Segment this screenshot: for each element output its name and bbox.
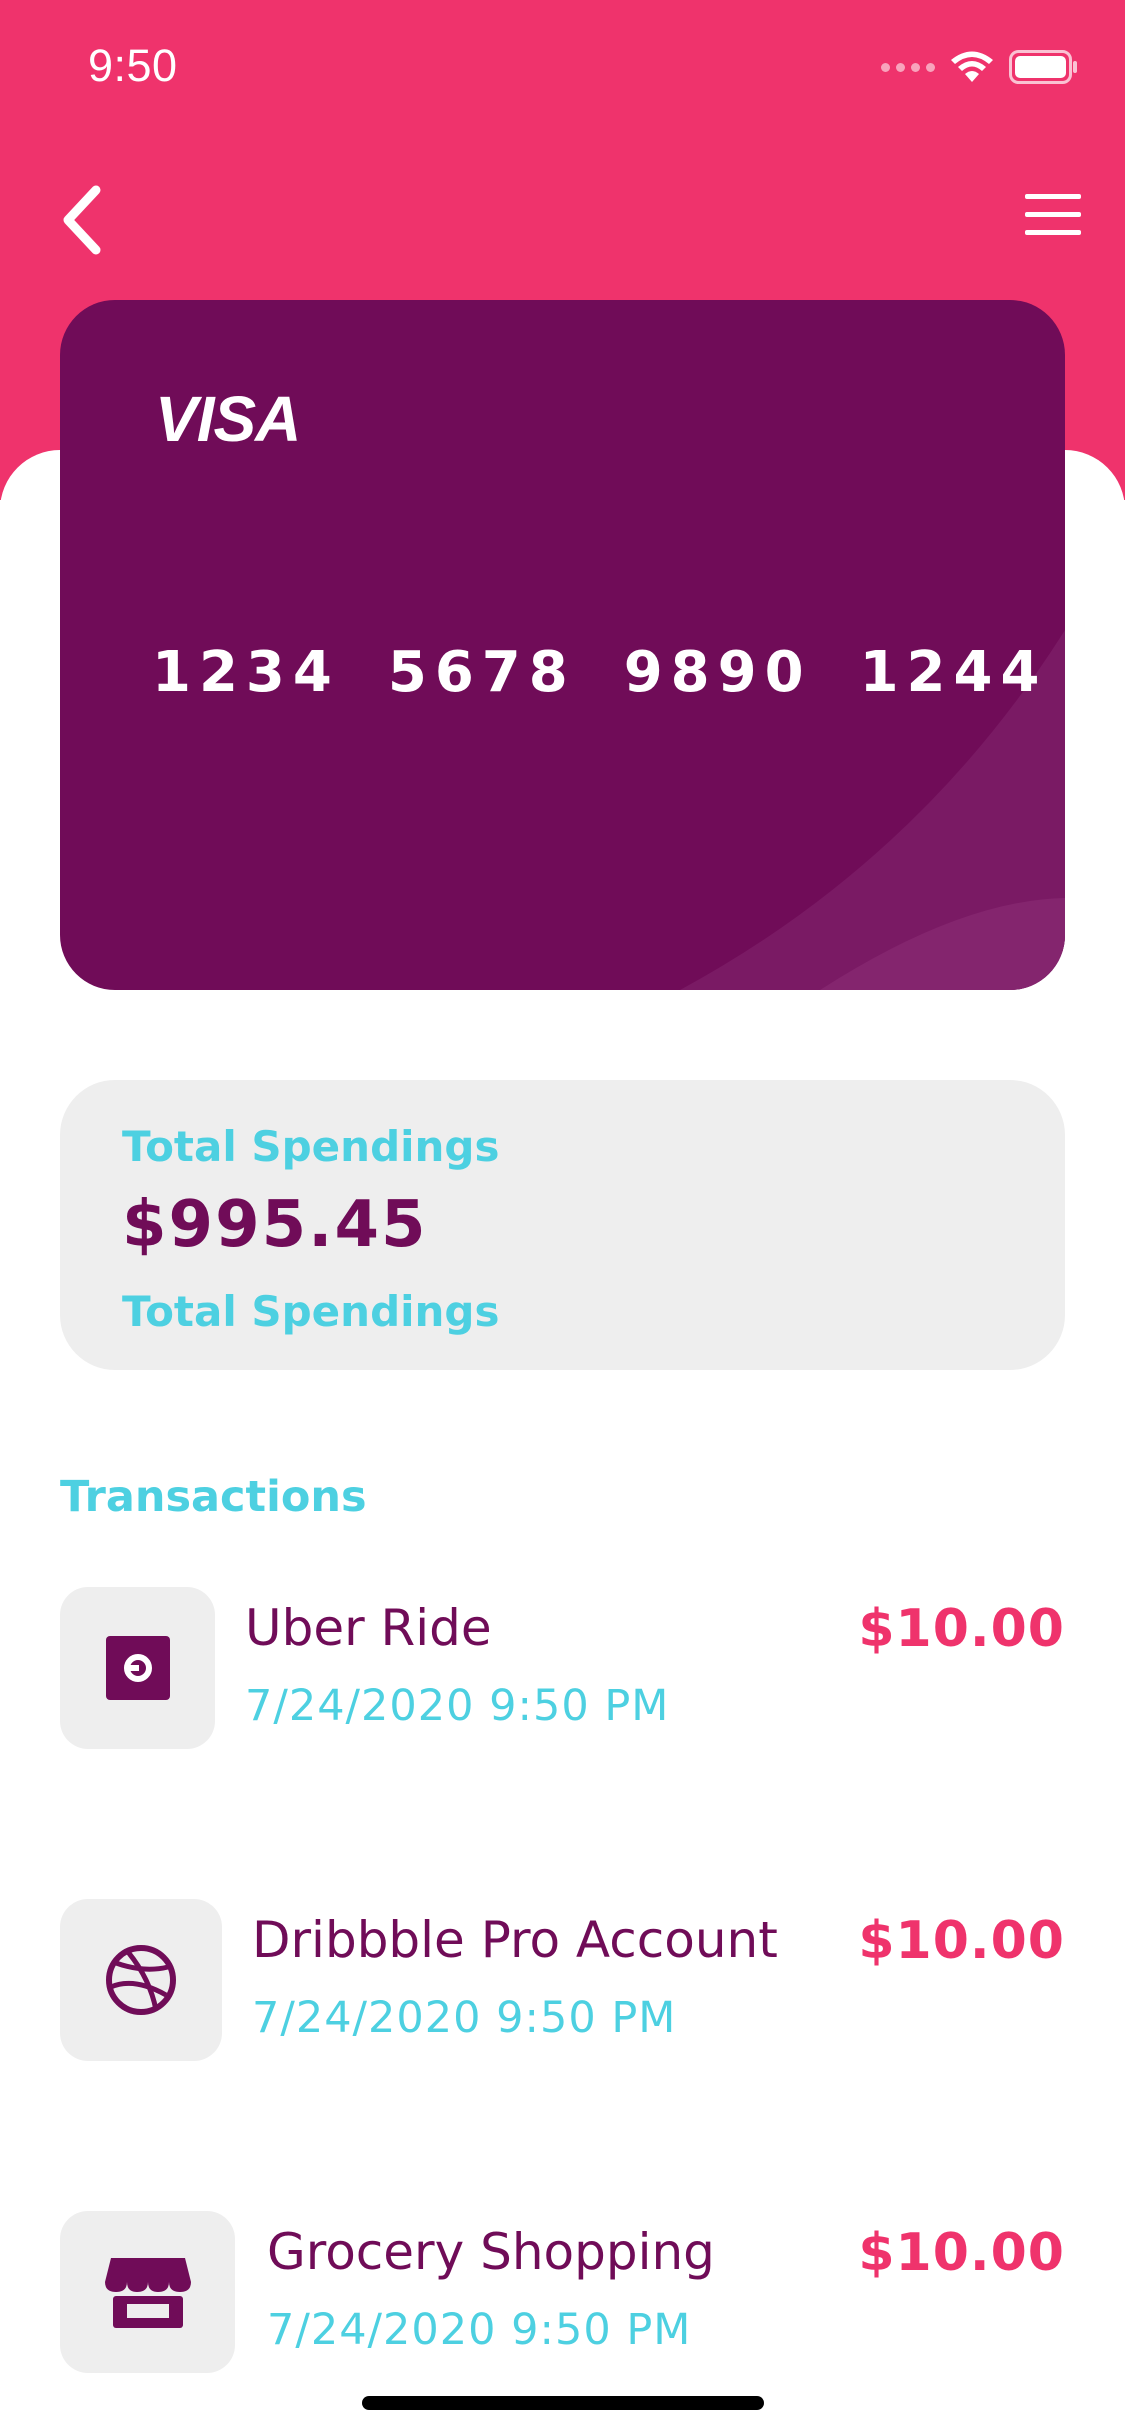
transaction-amount: $10.00 — [858, 1599, 1065, 1659]
transactions-title: Transactions — [60, 1472, 367, 1522]
card-number-group: 1234 — [152, 640, 340, 705]
transaction-icon-box — [60, 1899, 222, 2061]
card-number-group: 9890 — [623, 640, 812, 705]
card-number-group: 1244 — [859, 640, 1048, 705]
transaction-name: Dribbble Pro Account — [252, 1911, 778, 1969]
battery-icon — [1009, 50, 1077, 84]
store-icon — [104, 2258, 191, 2328]
transaction-row[interactable]: Uber Ride 7/24/2020 9:50 PM $10.00 — [60, 1587, 1065, 1752]
transaction-amount: $10.00 — [858, 2223, 1065, 2283]
spendings-amount: $995.45 — [122, 1188, 428, 1262]
dribbble-icon — [106, 1945, 176, 2015]
back-button[interactable] — [56, 180, 116, 260]
signal-icon — [881, 62, 935, 72]
wifi-icon — [951, 51, 993, 82]
transaction-icon-box — [60, 2211, 235, 2373]
transaction-date: 7/24/2020 9:50 PM — [252, 1993, 677, 2043]
transaction-row[interactable]: Dribbble Pro Account 7/24/2020 9:50 PM $… — [60, 1899, 1065, 2064]
card-number: 1234 5678 9890 1244 — [152, 640, 1047, 705]
screen: 9:50 VISA 1234 5678 9890 1244 Total Spen… — [0, 0, 1125, 2436]
visa-logo: VISA — [155, 383, 301, 455]
hamburger-menu-icon — [1025, 194, 1081, 235]
transaction-row[interactable]: Grocery Shopping 7/24/2020 9:50 PM $10.0… — [60, 2211, 1065, 2376]
status-time: 9:50 — [88, 40, 178, 91]
spendings-sublabel: Total Spendings — [122, 1287, 500, 1336]
transaction-date: 7/24/2020 9:50 PM — [245, 1681, 670, 1731]
transaction-date: 7/24/2020 9:50 PM — [267, 2305, 692, 2355]
transaction-icon-box — [60, 1587, 215, 1749]
uber-icon — [105, 1636, 170, 1700]
spendings-panel: Total Spendings $995.45 Total Spendings — [60, 1080, 1065, 1370]
transaction-amount: $10.00 — [858, 1911, 1065, 1971]
spendings-label: Total Spendings — [122, 1122, 500, 1171]
chevron-left-icon — [63, 185, 101, 255]
home-indicator[interactable] — [362, 2396, 764, 2410]
transaction-name: Uber Ride — [245, 1599, 492, 1657]
transaction-name: Grocery Shopping — [267, 2223, 715, 2281]
status-icons — [881, 50, 1079, 84]
card-number-group: 5678 — [387, 640, 576, 705]
credit-card[interactable]: VISA 1234 5678 9890 1244 — [60, 300, 1065, 990]
menu-button[interactable] — [1023, 190, 1083, 240]
